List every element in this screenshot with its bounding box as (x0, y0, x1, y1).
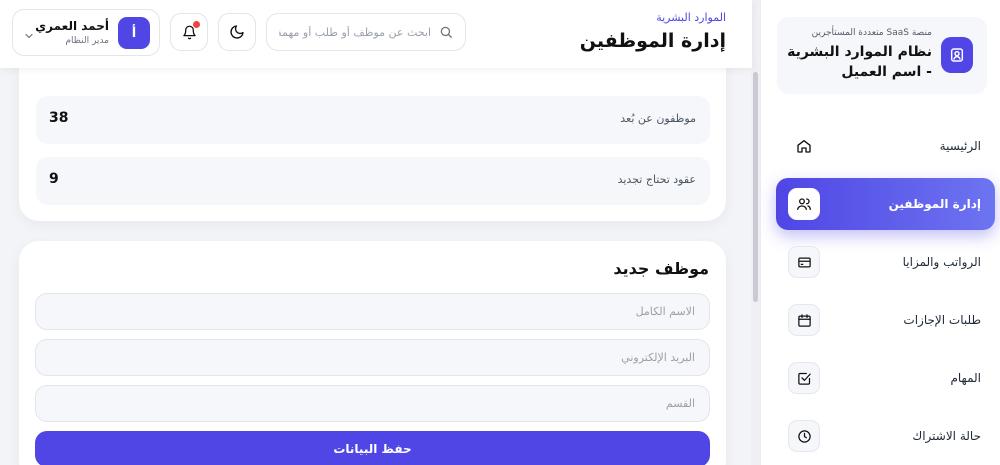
search-icon (439, 25, 453, 39)
sidebar-item-label: المهام (950, 371, 981, 385)
sidebar-item-leave-requests[interactable]: طلبات الإجازات (776, 294, 995, 346)
sidebar-item-label: إدارة الموظفين (888, 197, 981, 211)
sidebar-item-employees[interactable]: إدارة الموظفين (776, 178, 995, 230)
moon-icon (229, 24, 245, 40)
user-role: مدير النظام (65, 36, 109, 46)
top-header: الموارد البشرية إدارة الموظفين أ أحمد ال… (0, 0, 752, 68)
sidebar: منصة SaaS متعددة المستأجرين نظام الموارد… (760, 0, 1000, 465)
full-name-field[interactable] (35, 293, 710, 330)
clock-icon (788, 420, 820, 452)
email-field[interactable] (35, 339, 710, 376)
avatar: أ (118, 17, 150, 49)
search-input[interactable] (279, 25, 431, 39)
brand-title: نظام الموارد البشرية - اسم العميل (787, 44, 932, 80)
stat-row-remote: موظفون عن بُعد 38 (36, 96, 710, 144)
scrollbar-thumb[interactable] (753, 72, 758, 302)
department-field[interactable] (35, 385, 710, 422)
users-icon (788, 188, 820, 220)
chevron-down-icon (23, 27, 35, 46)
home-icon (788, 130, 820, 162)
notification-dot (193, 21, 200, 28)
sidebar-item-label: حالة الاشتراك (912, 429, 981, 443)
sidebar-item-label: الرئيسية (939, 139, 981, 153)
sidebar-item-label: طلبات الإجازات (903, 313, 981, 327)
calendar-icon (788, 304, 820, 336)
theme-toggle-button[interactable] (218, 13, 256, 51)
stat-row-contracts: عقود تحتاج تجديد 9 (36, 157, 710, 205)
scrollbar[interactable] (751, 0, 760, 465)
stat-value: 38 (49, 110, 69, 126)
user-name: أحمد العمري (35, 19, 109, 33)
brand-subtitle: منصة SaaS متعددة المستأجرين (811, 28, 932, 38)
new-employee-form: موظف جديد حفظ البيانات (19, 241, 726, 465)
save-button[interactable]: حفظ البيانات (35, 431, 710, 465)
stat-label: موظفون عن بُعد (620, 112, 696, 125)
stat-label: عقود تحتاج تجديد (617, 173, 696, 186)
sidebar-item-tasks[interactable]: المهام (776, 352, 995, 404)
brand-card: منصة SaaS متعددة المستأجرين نظام الموارد… (777, 17, 987, 94)
breadcrumb[interactable]: الموارد البشرية (656, 11, 726, 24)
sidebar-item-label: الرواتب والمزايا (902, 255, 981, 269)
sidebar-item-home[interactable]: الرئيسية (776, 120, 995, 172)
credit-card-icon (788, 246, 820, 278)
notifications-button[interactable] (170, 13, 208, 51)
sidebar-item-subscription[interactable]: حالة الاشتراك (776, 410, 995, 462)
search-box[interactable] (266, 13, 466, 51)
stat-value: 9 (49, 171, 59, 187)
checkbox-icon (788, 362, 820, 394)
form-title: موظف جديد (613, 259, 709, 278)
brand-logo-icon (941, 37, 973, 73)
page-title: إدارة الموظفين (579, 30, 726, 52)
user-menu[interactable]: أ أحمد العمري مدير النظام (12, 9, 160, 56)
sidebar-item-payroll[interactable]: الرواتب والمزايا (776, 236, 995, 288)
